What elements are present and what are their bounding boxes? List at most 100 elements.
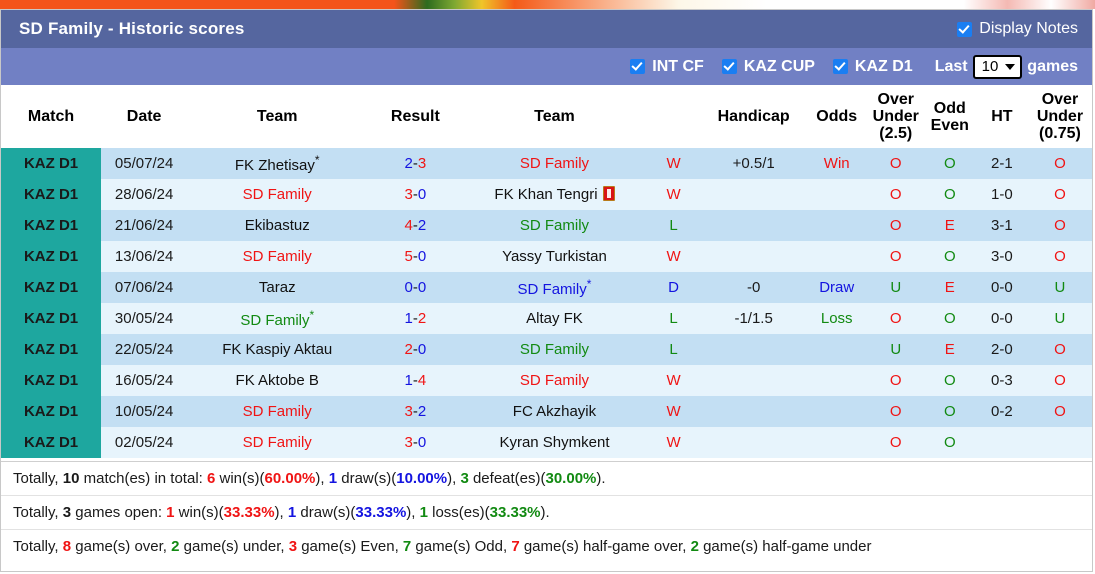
col-header-result[interactable]: Result (367, 85, 464, 148)
home-team-cell[interactable]: FK Kaspiy Aktau (187, 334, 368, 365)
col-header-odd-even[interactable]: Odd Even (923, 85, 976, 148)
away-team-name[interactable]: SD Family (520, 372, 589, 389)
col-header-over-under-25[interactable]: Over Under (2.5) (867, 85, 924, 148)
table-row[interactable]: KAZ D1 30/05/24 SD Family* 1-2 Altay FK L -1/1… (1, 303, 1092, 334)
away-team-cell[interactable]: SD Family* (463, 272, 646, 303)
home-team-name[interactable]: FK Kaspiy Aktau (222, 341, 332, 358)
home-team-name[interactable]: SD Family (243, 186, 312, 203)
ou25-value: (2.5) (879, 125, 913, 142)
league-badge: KAZ D1 (1, 241, 102, 272)
home-team-name[interactable]: SD Family (243, 403, 312, 420)
col-header-away-team[interactable]: Team (463, 85, 646, 148)
col-header-handicap[interactable]: Handicap (701, 85, 806, 148)
home-team-cell[interactable]: SD Family (187, 179, 368, 210)
home-team-cell[interactable]: FK Zhetisay* (187, 148, 368, 179)
away-team-cell[interactable]: FC Akzhayik (463, 396, 646, 427)
over-under-25-cell: O (867, 179, 924, 210)
away-team-name[interactable]: Yassy Turkistan (502, 248, 607, 265)
home-team-cell[interactable]: SD Family (187, 396, 368, 427)
home-team-name[interactable]: Ekibastuz (245, 217, 310, 234)
away-team-cell[interactable]: SD Family (463, 148, 646, 179)
table-row[interactable]: KAZ D1 28/06/24 SD Family 3-0 FK Khan Tengri… (1, 179, 1092, 210)
home-team-name[interactable]: SD Family (243, 248, 312, 265)
summary-segment: draw(s)( (296, 504, 356, 521)
home-team-name[interactable]: SD Family (240, 312, 309, 329)
col-header-home-team[interactable]: Team (187, 85, 368, 148)
over-under-25-cell: O (867, 148, 924, 179)
half-time-score-cell: 2-1 (975, 148, 1028, 179)
result-cell[interactable]: 5-0 (367, 241, 464, 272)
table-row[interactable]: KAZ D1 13/06/24 SD Family 5-0 Yassy Turkista… (1, 241, 1092, 272)
away-team-cell[interactable]: Kyran Shymkent (463, 427, 646, 458)
away-score: 0 (417, 186, 427, 203)
home-team-name[interactable]: Taraz (259, 279, 296, 296)
col-header-wdl (645, 85, 702, 148)
away-team-cell[interactable]: SD Family (463, 365, 646, 396)
away-score: 2 (417, 403, 427, 420)
home-team-cell[interactable]: SD Family (187, 241, 368, 272)
col-header-odds[interactable]: Odds (805, 85, 868, 148)
table-row[interactable]: KAZ D1 07/06/24 Taraz 0-0 SD Family* D -0 Draw U… (1, 272, 1092, 303)
summary-segment: 33.33% (355, 504, 407, 521)
last-games-select[interactable]: 10 (972, 54, 1023, 79)
away-team-name[interactable]: FK Khan Tengri (494, 186, 597, 203)
kaz-d1-checkbox[interactable] (832, 59, 848, 74)
away-team-name[interactable]: SD Family (520, 341, 589, 358)
filter-int-cf[interactable]: INT CF (630, 58, 704, 76)
away-team-name[interactable]: FC Akzhayik (513, 403, 596, 420)
home-team-name[interactable]: SD Family (243, 434, 312, 451)
home-team-cell[interactable]: Ekibastuz (187, 210, 368, 241)
over-under-075-cell (1027, 427, 1092, 458)
table-row[interactable]: KAZ D1 16/05/24 FK Aktobe B 1-4 SD Family W O O… (1, 365, 1092, 396)
away-team-cell[interactable]: SD Family (463, 334, 646, 365)
summary-segment: 7 (402, 538, 412, 555)
kaz-cup-checkbox[interactable] (721, 59, 737, 74)
table-row[interactable]: KAZ D1 05/07/24 FK Zhetisay* 2-3 SD Family W +… (1, 148, 1092, 179)
home-team-name[interactable]: FK Aktobe B (236, 372, 319, 389)
result-cell[interactable]: 2-0 (367, 334, 464, 365)
result-cell[interactable]: 3-0 (367, 179, 464, 210)
result-cell[interactable]: 0-0 (367, 272, 464, 303)
col-header-over-under-075[interactable]: Over Under (0.75) (1027, 85, 1092, 148)
away-team-cell[interactable]: Altay FK (463, 303, 646, 334)
result-cell[interactable]: 3-2 (367, 396, 464, 427)
int-cf-checkbox[interactable] (630, 59, 646, 74)
table-row[interactable]: KAZ D1 10/05/24 SD Family 3-2 FC Akzhayik W O O… (1, 396, 1092, 427)
odds-cell (805, 365, 868, 396)
away-team-name[interactable]: SD Family (520, 217, 589, 234)
away-team-name[interactable]: SD Family (520, 155, 589, 172)
away-team-name[interactable]: SD Family (518, 281, 587, 298)
home-team-cell[interactable]: Taraz (187, 272, 368, 303)
home-team-cell[interactable]: SD Family (187, 427, 368, 458)
home-advantage-star: * (309, 308, 315, 322)
col-header-ht[interactable]: HT (975, 85, 1028, 148)
col-header-date[interactable]: Date (101, 85, 188, 148)
result-cell[interactable]: 4-2 (367, 210, 464, 241)
result-cell[interactable]: 3-0 (367, 427, 464, 458)
away-team-cell[interactable]: SD Family (463, 210, 646, 241)
table-row[interactable]: KAZ D1 21/06/24 Ekibastuz 4-2 SD Family L O E 3-… (1, 210, 1092, 241)
filter-kaz-d1[interactable]: KAZ D1 (832, 58, 913, 76)
handicap-cell (701, 210, 806, 241)
home-team-cell[interactable]: FK Aktobe B (187, 365, 368, 396)
away-team-cell[interactable]: Yassy Turkistan (463, 241, 646, 272)
filter-kaz-cup[interactable]: KAZ CUP (721, 58, 815, 76)
handicap-cell (701, 241, 806, 272)
over-under-25-cell: O (867, 241, 924, 272)
result-cell[interactable]: 1-2 (367, 303, 464, 334)
table-row[interactable]: KAZ D1 22/05/24 FK Kaspiy Aktau 2-0 SD Famil… (1, 334, 1092, 365)
display-notes-checkbox[interactable] (957, 21, 973, 37)
odd-even-cell: O (923, 148, 976, 179)
away-team-cell[interactable]: FK Khan Tengri (463, 179, 646, 210)
away-team-name[interactable]: Altay FK (526, 310, 583, 327)
half-time-score-cell: 3-0 (975, 241, 1028, 272)
home-score: 3 (404, 186, 413, 203)
result-cell[interactable]: 2-3 (367, 148, 464, 179)
home-team-cell[interactable]: SD Family* (187, 303, 368, 334)
result-cell[interactable]: 1-4 (367, 365, 464, 396)
display-notes-toggle[interactable]: Display Notes (957, 20, 1078, 38)
home-team-name[interactable]: FK Zhetisay (235, 157, 315, 174)
table-row[interactable]: KAZ D1 02/05/24 SD Family 3-0 Kyran Shymkent… (1, 427, 1092, 458)
away-team-name[interactable]: Kyran Shymkent (499, 434, 609, 451)
col-header-match[interactable]: Match (1, 85, 102, 148)
